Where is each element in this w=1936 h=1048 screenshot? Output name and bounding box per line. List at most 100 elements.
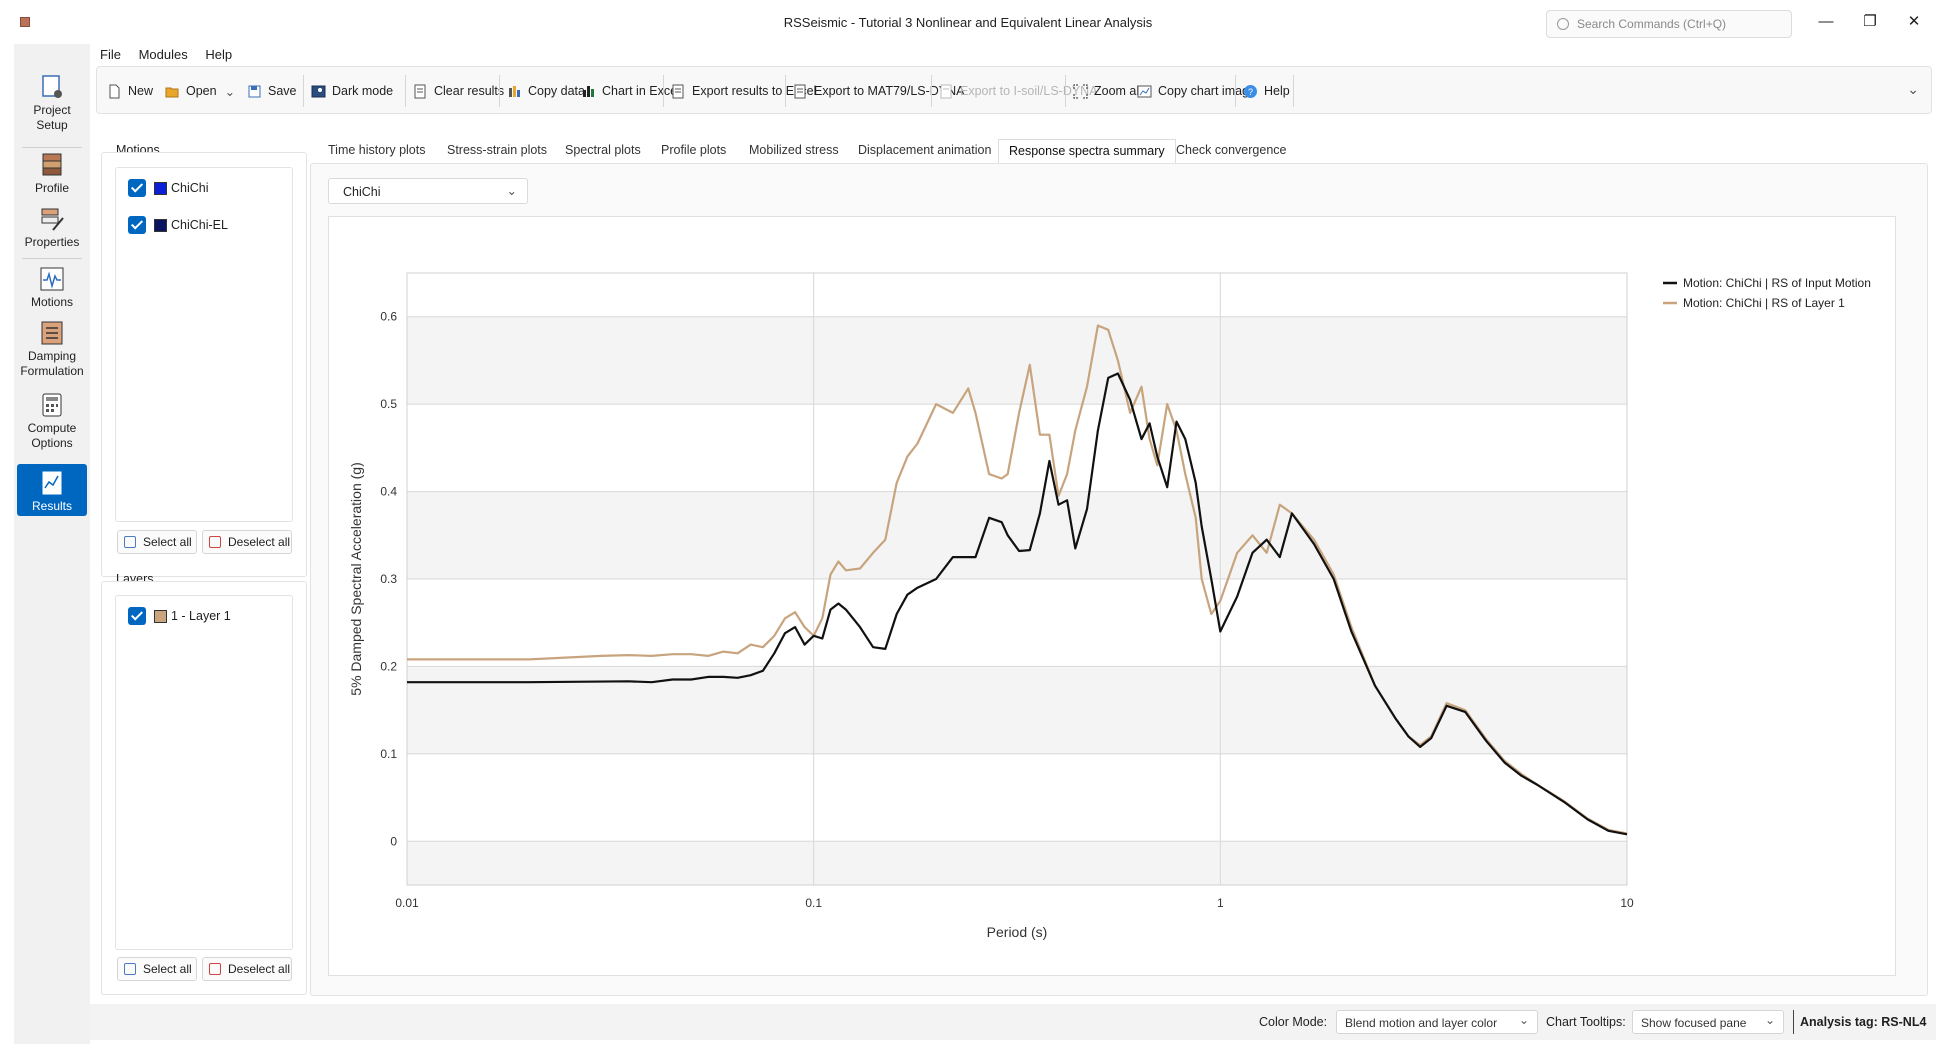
rail-compute-options[interactable]: Compute Options: [17, 392, 87, 451]
copy-data-label: Copy data: [528, 84, 585, 98]
plot-band: [407, 841, 1627, 885]
title-bar: RSSeismic - Tutorial 3 Nonlinear and Equ…: [0, 0, 1936, 44]
status-bar: Color Mode: Blend motion and layer color…: [90, 1004, 1936, 1040]
rail-damping-formulation[interactable]: Damping Formulation: [17, 320, 87, 379]
layers-deselect-all-button[interactable]: Deselect all: [202, 957, 292, 981]
legend-entry: Motion: ChiChi | RS of Layer 1: [1683, 296, 1845, 310]
rail-properties[interactable]: Properties: [17, 206, 87, 250]
rail-project-setup[interactable]: Project Setup: [17, 74, 87, 133]
select-all-icon: [124, 536, 136, 548]
tab-spectral-plots[interactable]: Spectral plots: [565, 139, 641, 163]
motions-deselect-all-button[interactable]: Deselect all: [202, 530, 292, 554]
toolbar-divider: [1235, 75, 1236, 107]
toolbar-divider: [1293, 75, 1294, 107]
toolbar-expand-icon[interactable]: ⌄: [1907, 81, 1919, 98]
open-label: Open: [186, 84, 217, 98]
zoom-all-button[interactable]: Zoom all: [1073, 81, 1142, 101]
analysis-tag: Analysis tag: RS-NL4: [1800, 1015, 1927, 1029]
toolbar-divider: [1065, 75, 1066, 107]
y-tick-label: 0.5: [380, 397, 397, 411]
close-icon[interactable]: ✕: [1904, 12, 1924, 32]
minimize-icon[interactable]: —: [1816, 12, 1836, 32]
deselect-all-label: Deselect all: [228, 962, 291, 976]
tab-stress-strain-plots[interactable]: Stress-strain plots: [447, 139, 547, 163]
menu-help[interactable]: Help: [205, 44, 232, 62]
y-tick-label: 0.2: [380, 659, 397, 673]
chevron-down-icon: ⌄: [506, 184, 517, 198]
rail-motions[interactable]: Motions: [17, 266, 87, 310]
chart-tooltips-label: Chart Tooltips:: [1546, 1015, 1626, 1029]
motion-item-chichi-el[interactable]: ChiChi-EL: [128, 215, 228, 235]
properties-icon: [41, 208, 64, 231]
deselect-all-icon: [209, 963, 221, 975]
tab-check-convergence[interactable]: Check convergence: [1176, 139, 1286, 163]
save-button[interactable]: Save: [247, 81, 297, 101]
rail-profile[interactable]: Profile: [17, 152, 87, 196]
svg-text:?: ?: [1248, 87, 1253, 97]
chart-excel-icon: [583, 85, 594, 97]
dark-mode-label: Dark mode: [332, 84, 394, 98]
checkbox[interactable]: [128, 607, 146, 625]
menu-modules[interactable]: Modules: [139, 44, 188, 62]
menu-file[interactable]: File: [100, 44, 121, 62]
save-label: Save: [268, 84, 297, 98]
module-rail: Project Setup Profile Properties Motions…: [14, 44, 90, 1044]
chart-tooltips-select[interactable]: Show focused pane ⌄: [1632, 1010, 1784, 1034]
x-tick-label: 0.1: [805, 896, 822, 910]
motion-dropdown[interactable]: ChiChi ⌄: [328, 178, 528, 204]
profile-icon: [42, 153, 62, 176]
layers-select-all-button[interactable]: Select all: [117, 957, 197, 981]
compute-icon: [42, 393, 62, 417]
chart-in-excel-button[interactable]: Chart in Excel: [581, 81, 680, 101]
clear-results-button[interactable]: Clear results: [413, 81, 504, 101]
toolbar-divider: [931, 75, 932, 107]
clear-results-label: Clear results: [434, 84, 505, 98]
select-all-icon: [124, 963, 136, 975]
copy-data-icon: [509, 85, 520, 97]
motion-item-chichi[interactable]: ChiChi: [128, 178, 209, 198]
tab-profile-plots[interactable]: Profile plots: [661, 139, 726, 163]
damping-icon: [41, 321, 63, 345]
chart-area[interactable]: 0.01 0.1 1 10 0 0.1 0.2 0.3 0.4 0.5 0.6 Period (s) 5…: [328, 216, 1896, 976]
zoom-all-icon: [1073, 83, 1088, 99]
dark-mode-button[interactable]: Dark mode: [311, 81, 393, 101]
motions-select-all-button[interactable]: Select all: [117, 530, 197, 554]
new-button[interactable]: New: [107, 81, 153, 101]
copy-data-button[interactable]: Copy data: [507, 81, 585, 101]
response-spectra-chart[interactable]: 0.01 0.1 1 10 0 0.1 0.2 0.3 0.4 0.5 0.6 Period (s) 5…: [329, 217, 1895, 975]
color-mode-select[interactable]: Blend motion and layer color ⌄: [1336, 1010, 1538, 1034]
save-icon: [248, 85, 261, 97]
select-all-label: Select all: [143, 535, 192, 549]
restore-icon[interactable]: ❐: [1860, 12, 1880, 32]
motion-dropdown-value: ChiChi: [343, 185, 381, 199]
layer-item-1[interactable]: 1 - Layer 1: [128, 606, 231, 626]
x-tick-label: 10: [1620, 896, 1634, 910]
search-commands-input[interactable]: Search Commands (Ctrl+Q): [1546, 10, 1792, 38]
checkbox[interactable]: [128, 216, 146, 234]
series-line-1: [407, 372, 1628, 836]
rail-label: Motions: [30, 295, 74, 309]
tab-displacement-animation[interactable]: Displacement animation: [858, 139, 991, 163]
export-mat79-icon: [794, 84, 806, 98]
toolbar-divider: [499, 75, 500, 107]
tab-mobilized-stress[interactable]: Mobilized stress: [749, 139, 839, 163]
rail-label: Properties: [24, 235, 80, 249]
x-axis-label: Period (s): [987, 924, 1048, 940]
rail-results[interactable]: Results: [17, 464, 87, 516]
plot-band: [407, 316, 1627, 405]
x-tick-label: 0.01: [395, 896, 419, 910]
legend-entry: Motion: ChiChi | RS of Input Motion: [1683, 276, 1871, 290]
tab-response-spectra-summary[interactable]: Response spectra summary: [998, 139, 1176, 163]
y-tick-label: 0: [390, 834, 397, 848]
motions-icon: [40, 267, 64, 291]
motions-list: ChiChi ChiChi-EL: [115, 167, 293, 522]
help-button[interactable]: ? Help: [1243, 81, 1290, 101]
dark-mode-icon: [311, 85, 326, 97]
open-button[interactable]: Open ⌄: [165, 81, 235, 101]
y-axis-label: 5% Damped Spectral Acceleration (g): [348, 462, 364, 695]
chevron-down-icon[interactable]: ⌄: [225, 84, 235, 99]
tab-time-history-plots[interactable]: Time history plots: [328, 139, 425, 163]
checkbox[interactable]: [128, 179, 146, 197]
copy-chart-image-button[interactable]: Copy chart image: [1137, 81, 1256, 101]
select-all-label: Select all: [143, 962, 192, 976]
